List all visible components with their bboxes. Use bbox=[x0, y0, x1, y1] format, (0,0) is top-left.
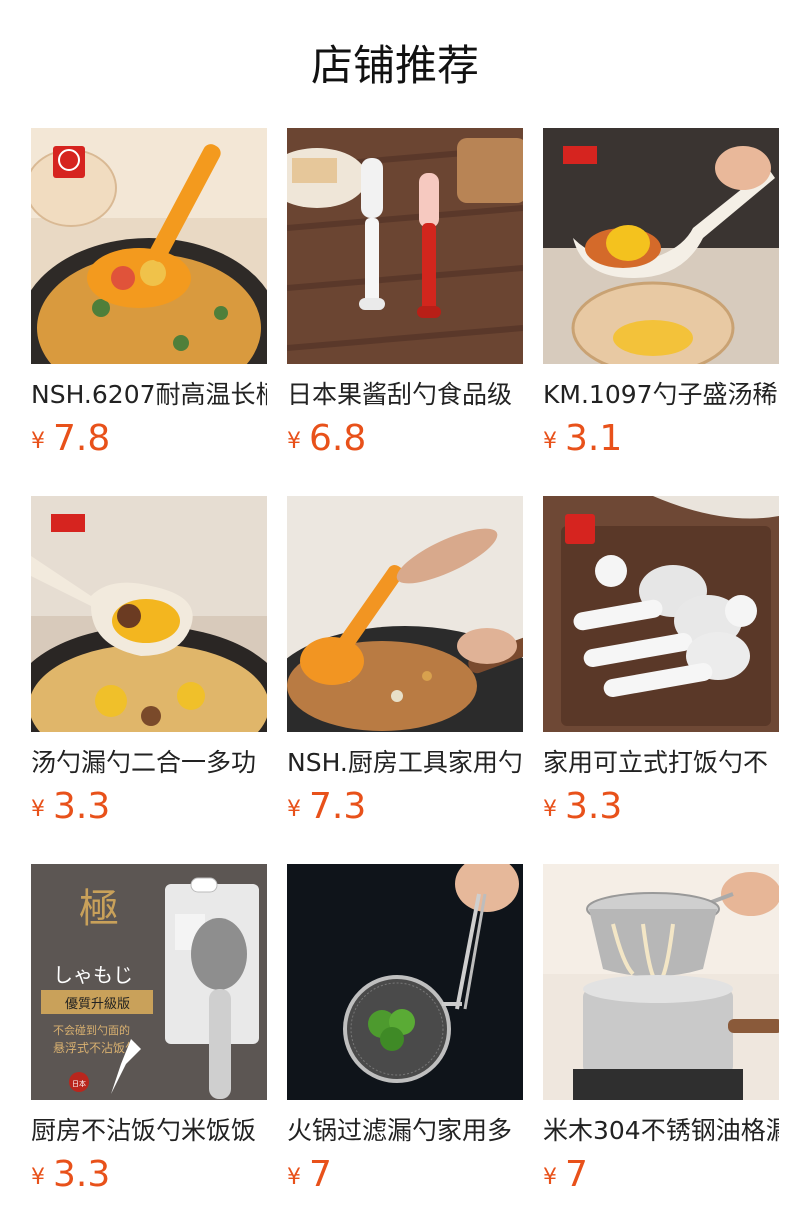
product-price: ¥ 7.8 bbox=[31, 418, 267, 462]
product-card[interactable]: 米木304不锈钢油格漏 ¥ 7 bbox=[543, 864, 779, 1232]
currency-symbol: ¥ bbox=[543, 1165, 557, 1190]
product-name[interactable]: 汤勺漏勺二合一多功 bbox=[31, 746, 267, 780]
product-name[interactable]: NSH.6207耐高温长柄 bbox=[31, 378, 267, 412]
product-grid: NSH.6207耐高温长柄 ¥ 7.8 日本果酱刮勺食品级 ¥ 6.8 KM.1… bbox=[31, 128, 779, 1232]
product-name[interactable]: 家用可立式打饭勺不 bbox=[543, 746, 779, 780]
product-price: ¥ 3.3 bbox=[31, 786, 267, 830]
product-image[interactable] bbox=[287, 128, 523, 364]
product-card[interactable]: 家用可立式打饭勺不 ¥ 3.3 bbox=[543, 496, 779, 864]
price-amount: 7 bbox=[309, 1154, 332, 1195]
product-card[interactable]: 日本果酱刮勺食品级 ¥ 6.8 bbox=[287, 128, 523, 496]
price-amount: 3.3 bbox=[53, 1154, 111, 1195]
poster-cn2: 悬浮式不沾饭勺 bbox=[53, 1041, 137, 1055]
product-card[interactable]: NSH.6207耐高温长柄 ¥ 7.8 bbox=[31, 128, 267, 496]
product-name[interactable]: KM.1097勺子盛汤稀 bbox=[543, 378, 779, 412]
product-image[interactable] bbox=[543, 128, 779, 364]
product-image[interactable]: 極 しゃもじ 優質升級版 不会碰到勺面的 悬浮式不沾饭勺 日本 bbox=[31, 864, 267, 1100]
product-image[interactable] bbox=[31, 496, 267, 732]
poster-cn1: 不会碰到勺面的 bbox=[53, 1023, 130, 1037]
product-price: ¥ 3.1 bbox=[543, 418, 779, 462]
poster-tag: 優質升級版 bbox=[65, 997, 130, 1012]
product-name[interactable]: NSH.厨房工具家用勺 bbox=[287, 746, 523, 780]
currency-symbol: ¥ bbox=[31, 797, 45, 822]
currency-symbol: ¥ bbox=[31, 1165, 45, 1190]
product-card[interactable]: NSH.厨房工具家用勺 ¥ 7.3 bbox=[287, 496, 523, 864]
product-name[interactable]: 米木304不锈钢油格漏 bbox=[543, 1114, 779, 1148]
currency-symbol: ¥ bbox=[287, 1165, 301, 1190]
price-amount: 3.3 bbox=[53, 786, 111, 827]
section-title: 店铺推荐 bbox=[310, 41, 479, 90]
currency-symbol: ¥ bbox=[543, 429, 557, 454]
product-price: ¥ 3.3 bbox=[31, 1154, 267, 1198]
price-amount: 3.3 bbox=[565, 786, 623, 827]
product-price: ¥ 7.3 bbox=[287, 786, 523, 830]
product-name[interactable]: 火锅过滤漏勺家用多 bbox=[287, 1114, 523, 1148]
product-name[interactable]: 厨房不沾饭勺米饭饭 bbox=[31, 1114, 267, 1148]
product-price: ¥ 7 bbox=[287, 1154, 523, 1198]
product-image[interactable] bbox=[543, 496, 779, 732]
product-price: ¥ 3.3 bbox=[543, 786, 779, 830]
product-image[interactable] bbox=[287, 496, 523, 732]
product-card[interactable]: 火锅过滤漏勺家用多 ¥ 7 bbox=[287, 864, 523, 1232]
currency-symbol: ¥ bbox=[31, 429, 45, 454]
poster-line1: しゃもじ bbox=[53, 963, 133, 987]
product-image[interactable] bbox=[31, 128, 267, 364]
product-card[interactable]: 汤勺漏勺二合一多功 ¥ 3.3 bbox=[31, 496, 267, 864]
product-price: ¥ 6.8 bbox=[287, 418, 523, 462]
product-price: ¥ 7 bbox=[543, 1154, 779, 1198]
poster-seal: 日本 bbox=[72, 1079, 86, 1088]
price-amount: 6.8 bbox=[309, 418, 367, 459]
price-amount: 7 bbox=[565, 1154, 588, 1195]
product-card[interactable]: 極 しゃもじ 優質升級版 不会碰到勺面的 悬浮式不沾饭勺 日本 厨房不沾饭勺米饭… bbox=[31, 864, 267, 1232]
currency-symbol: ¥ bbox=[287, 797, 301, 822]
poster-big-char: 極 bbox=[79, 886, 119, 932]
product-card[interactable]: KM.1097勺子盛汤稀 ¥ 3.1 bbox=[543, 128, 779, 496]
currency-symbol: ¥ bbox=[543, 797, 557, 822]
currency-symbol: ¥ bbox=[287, 429, 301, 454]
price-amount: 7.3 bbox=[309, 786, 367, 827]
price-amount: 7.8 bbox=[53, 418, 111, 459]
product-image[interactable] bbox=[543, 864, 779, 1100]
product-image[interactable] bbox=[287, 864, 523, 1100]
product-name[interactable]: 日本果酱刮勺食品级 bbox=[287, 378, 523, 412]
price-amount: 3.1 bbox=[565, 418, 623, 459]
